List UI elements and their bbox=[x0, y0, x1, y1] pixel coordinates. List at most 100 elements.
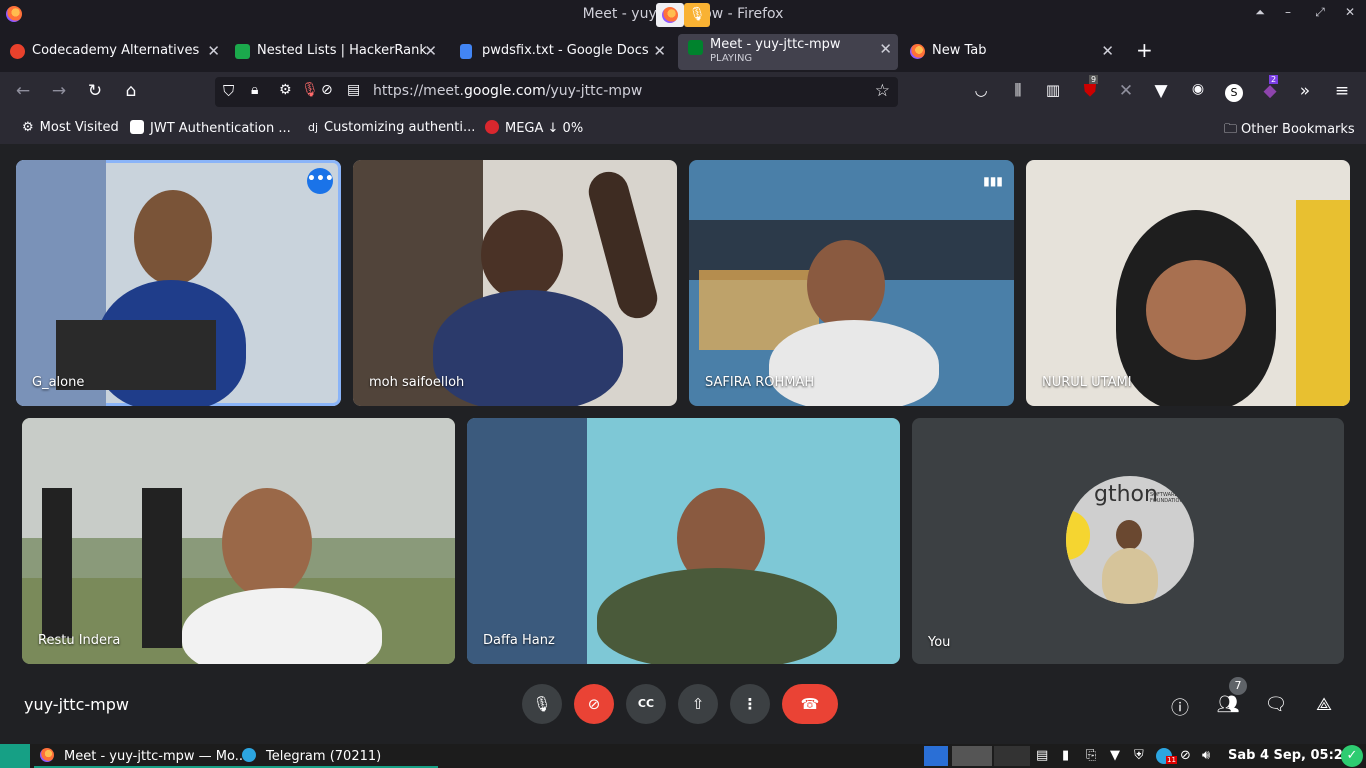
tab-label: New Tab bbox=[932, 43, 987, 58]
participant-tile-g-alone[interactable]: ••• G_alone bbox=[16, 160, 341, 406]
battery-icon[interactable]: ▮ bbox=[1062, 748, 1069, 763]
bookmark-mega[interactable]: MEGA ↓ 0% bbox=[485, 120, 583, 136]
more-options-button[interactable]: ⋮ bbox=[730, 684, 770, 724]
security-icon[interactable]: ⛨ bbox=[1134, 748, 1144, 763]
ext-purple-icon[interactable]: ◆ 2 bbox=[1259, 75, 1281, 101]
participant-tile-restu-indera[interactable]: Restu Indera bbox=[22, 418, 455, 664]
shield-icon[interactable]: ⛉ bbox=[223, 82, 234, 100]
tab-meet[interactable]: Meet - yuy-jttc-mpw PLAYING ✕ bbox=[678, 34, 898, 70]
bookmark-label: Most Visited bbox=[39, 120, 119, 135]
tab-label: Meet - yuy-jttc-mpw bbox=[710, 37, 841, 52]
activities-icon: ⟁ bbox=[1315, 694, 1333, 715]
tab-new-tab[interactable]: New Tab ✕ bbox=[900, 34, 1120, 70]
bookmark-jwt[interactable]: JWT Authentication ... bbox=[130, 120, 291, 136]
close-icon[interactable]: ✕ bbox=[1340, 5, 1360, 19]
telegram-icon bbox=[242, 748, 256, 762]
sidebar-icon[interactable]: ▥ bbox=[1042, 81, 1064, 99]
new-tab-button[interactable]: + bbox=[1136, 38, 1153, 62]
bookmark-label: MEGA ↓ 0% bbox=[505, 121, 584, 136]
people-button[interactable]: 👥︎ bbox=[1216, 694, 1240, 715]
chat-button[interactable]: 🗨︎ bbox=[1264, 694, 1288, 715]
camera-off-button[interactable]: ⊘ bbox=[574, 684, 614, 724]
hamburger-menu-icon[interactable]: ≡ bbox=[1331, 81, 1353, 101]
tab-google-docs[interactable]: pwdsfix.txt - Google Docs ✕ bbox=[450, 34, 672, 70]
participant-tile-daffa-hanz[interactable]: Daffa Hanz bbox=[467, 418, 900, 664]
camera-blocked-icon[interactable]: ⊘ bbox=[321, 82, 333, 98]
close-tab-icon[interactable]: ✕ bbox=[1101, 34, 1114, 68]
mega-icon bbox=[485, 120, 499, 134]
overflow-chevron-icon[interactable]: » bbox=[1294, 81, 1316, 101]
microphone-sharing-icon[interactable]: 🎙 bbox=[684, 3, 710, 27]
tab-strip: Codecademy Alternatives ✕ Nested Lists |… bbox=[0, 30, 1366, 70]
firefox-icon bbox=[910, 44, 925, 59]
vue-devtools-icon[interactable]: ▼ bbox=[1150, 81, 1172, 101]
reload-icon[interactable]: ↻ bbox=[84, 81, 106, 101]
tab-codecademy[interactable]: Codecademy Alternatives ✕ bbox=[0, 34, 226, 70]
wifi-icon[interactable]: ▼ bbox=[1110, 748, 1120, 763]
close-tab-icon[interactable]: ✕ bbox=[207, 34, 220, 68]
taskbar-window-firefox[interactable]: Meet - yuy-jttc-mpw — Mo... bbox=[40, 748, 247, 764]
lock-icon[interactable]: 🔒︎ bbox=[251, 82, 258, 98]
tab-playing-label: PLAYING bbox=[710, 53, 753, 64]
more-options-icon[interactable]: ••• bbox=[307, 168, 334, 194]
start-menu-icon[interactable] bbox=[0, 744, 30, 768]
telegram-tray-icon[interactable]: 11 bbox=[1156, 748, 1177, 768]
meet-icon bbox=[688, 40, 703, 55]
forward-icon[interactable]: → bbox=[48, 81, 70, 101]
tab-hackerrank[interactable]: Nested Lists | HackerRank ✕ bbox=[225, 34, 443, 70]
meeting-details-button[interactable]: ⓘ bbox=[1168, 694, 1192, 720]
ext-eyes-icon[interactable]: ◉ bbox=[1187, 81, 1209, 97]
close-tab-icon[interactable]: ✕ bbox=[879, 34, 892, 64]
microphone-button[interactable]: 🎙 bbox=[522, 684, 562, 724]
bookmark-customizing[interactable]: dj Customizing authenti... bbox=[308, 120, 475, 135]
updates-icon[interactable]: ✓ bbox=[1341, 745, 1363, 767]
desktop-pager-2[interactable] bbox=[952, 746, 992, 766]
captions-button[interactable]: CC bbox=[626, 684, 666, 724]
attachment-icon[interactable]: ⎘ bbox=[1086, 748, 1096, 763]
url-bar[interactable]: ⛉ 🔒︎ ⚙ 🎙 ⊘ ▤ https://meet.google.com/yuy… bbox=[215, 77, 898, 107]
keep-above-icon[interactable]: ⏶ bbox=[1250, 5, 1270, 20]
pocket-icon[interactable]: ◡ bbox=[970, 81, 992, 99]
participant-tile-nurul-utami[interactable]: NURUL UTAMI bbox=[1026, 160, 1350, 406]
bookmark-most-visited[interactable]: ⚙ Most Visited bbox=[22, 120, 119, 135]
other-bookmarks[interactable]: 🗀 Other Bookmarks bbox=[1224, 120, 1355, 142]
ublock-icon[interactable]: ⛊ 9 bbox=[1079, 75, 1101, 101]
home-icon[interactable]: ⌂ bbox=[120, 81, 142, 101]
clipboard-icon[interactable]: ▤ bbox=[1036, 748, 1048, 763]
desktop-pager-3[interactable] bbox=[994, 746, 1030, 766]
notifications-off-icon[interactable]: ⊘ bbox=[1180, 748, 1191, 763]
participant-count-badge: 7 bbox=[1229, 677, 1247, 695]
participant-name: Daffa Hanz bbox=[483, 633, 555, 648]
participant-tile-safira-rohmah[interactable]: ▮▮▮ SAFIRA ROHMAH bbox=[689, 160, 1014, 406]
volume-icon[interactable]: 🔊︎ bbox=[1202, 748, 1210, 763]
permissions-icon[interactable]: ⚙ bbox=[279, 82, 292, 98]
desktop-pager-1[interactable] bbox=[924, 746, 948, 766]
library-icon[interactable]: ⫼ bbox=[1007, 81, 1029, 99]
reader-view-icon[interactable]: ▤ bbox=[347, 82, 360, 98]
participant-name: Restu Indera bbox=[38, 633, 121, 648]
minimize-icon[interactable]: – bbox=[1278, 5, 1298, 19]
self-tile[interactable]: gthon SOFTWARE FOUNDATION You bbox=[912, 418, 1344, 664]
docs-icon bbox=[460, 44, 472, 59]
microphone-blocked-icon[interactable]: 🎙 bbox=[301, 82, 319, 98]
close-tab-icon[interactable]: ✕ bbox=[653, 34, 666, 68]
close-tab-icon[interactable]: ✕ bbox=[424, 34, 437, 68]
leave-call-button[interactable]: ☎ bbox=[782, 684, 838, 724]
tab-label: Codecademy Alternatives bbox=[32, 43, 200, 58]
taskbar-window-telegram[interactable]: Telegram (70211) bbox=[242, 748, 381, 764]
participant-tile-moh-saifoelloh[interactable]: moh saifoelloh bbox=[353, 160, 677, 406]
maximize-icon[interactable]: ⤢ bbox=[1310, 5, 1330, 20]
participant-video bbox=[222, 488, 312, 598]
url-text[interactable]: https://meet.google.com/yuy-jttc-mpw bbox=[373, 83, 642, 99]
back-icon[interactable]: ← bbox=[12, 81, 34, 101]
activities-button[interactable]: ⟁ bbox=[1312, 694, 1336, 715]
ext-x-icon[interactable]: ✕ bbox=[1115, 81, 1137, 101]
telegram-badge: 11 bbox=[1166, 756, 1177, 764]
bookmark-star-icon[interactable]: ☆ bbox=[875, 81, 890, 101]
background-person bbox=[142, 488, 182, 648]
present-screen-button[interactable]: ⇧ bbox=[678, 684, 718, 724]
people-icon: 👥︎ bbox=[1216, 694, 1240, 715]
clock[interactable]: Sab 4 Sep, 05:23 bbox=[1228, 748, 1352, 763]
ext-s-icon[interactable]: S bbox=[1223, 81, 1245, 102]
sharing-indicator-firefox-icon[interactable] bbox=[656, 3, 684, 27]
